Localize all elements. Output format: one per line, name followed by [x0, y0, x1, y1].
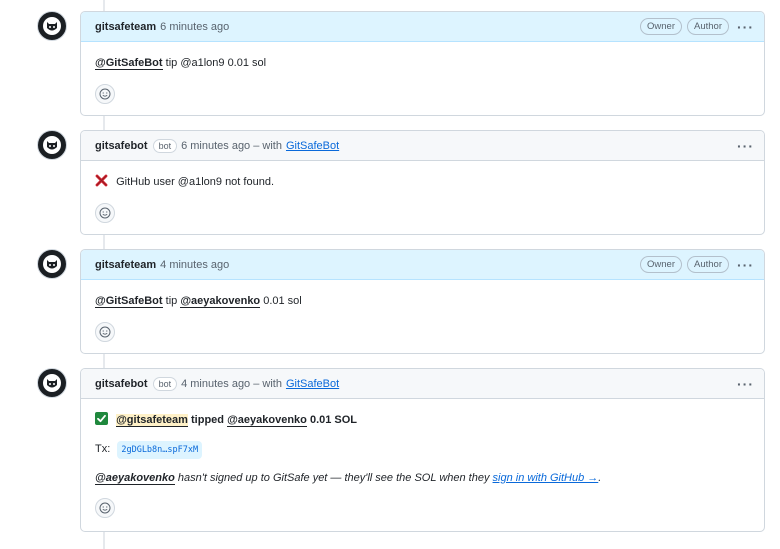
comment-header: gitsafebot bot 6 minutes ago – with GitS… [81, 131, 764, 161]
avatar[interactable] [37, 249, 67, 279]
kebab-menu-icon[interactable]: ··· [737, 20, 754, 34]
tx-hash-link[interactable]: 2gDGLb8n…spF7xM [117, 441, 203, 459]
comment-box: gitsafebot bot 6 minutes ago – with GitS… [80, 130, 765, 235]
signup-note: @aeyakovenko hasn't signed up to GitSafe… [95, 470, 750, 486]
mention-link[interactable]: @GitSafeBot [95, 57, 163, 70]
bot-badge: bot [152, 376, 178, 391]
owner-badge: Owner [640, 256, 682, 273]
comment-author[interactable]: gitsafebot [95, 378, 148, 390]
smiley-icon [99, 207, 111, 219]
smiley-icon [99, 88, 111, 100]
tx-line: Tx: 2gDGLb8n…spF7xM [95, 441, 750, 459]
add-reaction-button[interactable] [95, 498, 115, 518]
comment-author[interactable]: gitsafeteam [95, 259, 156, 271]
comment-header: gitsafeteam 6 minutes ago Owner Author ·… [81, 12, 764, 42]
sign-in-link[interactable]: sign in with GitHub → [493, 472, 599, 484]
cat-logo-icon [43, 255, 61, 273]
note-text: hasn't signed up to GitSafe yet — they'l… [177, 472, 490, 484]
avatar[interactable] [37, 11, 67, 41]
comment-body-text: 0.01 SOL [309, 414, 358, 426]
add-reaction-button[interactable] [95, 322, 115, 342]
cross-mark-icon [95, 174, 108, 187]
comment-box: gitsafeteam 4 minutes ago Owner Author ·… [80, 249, 765, 354]
tx-label: Tx: [95, 443, 111, 455]
smiley-icon [99, 326, 111, 338]
kebab-menu-icon[interactable]: ··· [737, 377, 754, 391]
comment-body-text: tip @a1lon9 0.01 sol [165, 57, 267, 69]
comment-header: gitsafebot bot 4 minutes ago – with GitS… [81, 369, 764, 399]
note-end: . [598, 472, 602, 484]
smiley-icon [99, 502, 111, 514]
app-link[interactable]: GitSafeBot [286, 378, 339, 390]
cat-logo-icon [43, 374, 61, 392]
add-reaction-button[interactable] [95, 203, 115, 223]
mention-link[interactable]: @aeyakovenko [180, 295, 261, 308]
mention-link[interactable]: @aeyakovenko [227, 414, 307, 427]
cat-logo-icon [43, 17, 61, 35]
comment-body-text: GitHub user @a1lon9 not found. [116, 176, 274, 188]
comment-author[interactable]: gitsafebot [95, 140, 148, 152]
comment-text: @GitSafeBot tip @a1lon9 0.01 sol [95, 55, 750, 71]
mention-link[interactable]: @aeyakovenko [95, 472, 175, 485]
comment-text: GitHub user @a1lon9 not found. [95, 174, 750, 190]
comment-timestamp[interactable]: 6 minutes ago [160, 21, 229, 33]
kebab-menu-icon[interactable]: ··· [737, 258, 754, 272]
comment-header: gitsafeteam 4 minutes ago Owner Author ·… [81, 250, 764, 280]
bot-badge: bot [152, 138, 178, 153]
comment-body-text: tip [165, 295, 178, 307]
author-badge: Author [687, 18, 729, 35]
comment-author[interactable]: gitsafeteam [95, 21, 156, 33]
mention-link[interactable]: @GitSafeBot [95, 295, 163, 308]
add-reaction-button[interactable] [95, 84, 115, 104]
comment-timestamp[interactable]: 4 minutes ago – with [181, 378, 282, 390]
comment-text: @gitsafeteam tipped @aeyakovenko 0.01 SO… [95, 412, 750, 428]
app-link[interactable]: GitSafeBot [286, 140, 339, 152]
comment-timestamp[interactable]: 4 minutes ago [160, 259, 229, 271]
comment-box: gitsafebot bot 4 minutes ago – with GitS… [80, 368, 765, 532]
check-mark-icon [95, 412, 108, 425]
comment-body-text: tipped [191, 414, 224, 426]
kebab-menu-icon[interactable]: ··· [737, 139, 754, 153]
avatar[interactable] [37, 130, 67, 160]
cat-logo-icon [43, 136, 61, 154]
owner-badge: Owner [640, 18, 682, 35]
comment-text: @GitSafeBot tip @aeyakovenko 0.01 sol [95, 293, 750, 309]
mention-link[interactable]: @gitsafeteam [116, 414, 188, 427]
comment-body-text: 0.01 sol [263, 295, 302, 307]
avatar[interactable] [37, 368, 67, 398]
comment-box: gitsafeteam 6 minutes ago Owner Author ·… [80, 11, 765, 116]
comment-timestamp[interactable]: 6 minutes ago – with [181, 140, 282, 152]
author-badge: Author [687, 256, 729, 273]
